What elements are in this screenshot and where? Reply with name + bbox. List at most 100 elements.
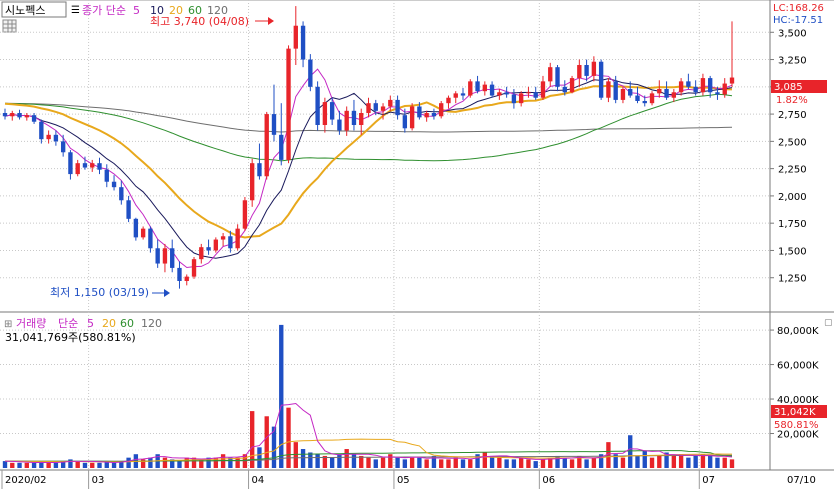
volume-bar: [591, 457, 597, 468]
ma5-period: 5: [133, 4, 140, 17]
candle-body: [446, 97, 451, 104]
current-volume: 31,042K: [774, 407, 816, 418]
candle-body: [715, 92, 720, 95]
candle-body: [155, 248, 160, 264]
candle-body: [635, 95, 640, 101]
candle-body: [264, 114, 269, 177]
volume-value-text: 31,041,769주(580.81%): [5, 331, 136, 344]
volume-bar: [722, 457, 727, 468]
volume-bar: [708, 455, 713, 468]
price-tick-label: 3,500: [778, 28, 807, 39]
price-tick-label: 2,750: [778, 110, 807, 121]
volume-bar: [293, 442, 298, 468]
candle-body: [409, 106, 415, 129]
candle-body: [213, 239, 219, 251]
volume-bar: [53, 462, 59, 468]
volume-bar: [482, 452, 488, 468]
volume-bar: [359, 455, 364, 468]
volume-bar: [468, 459, 473, 468]
lc-value: LC:168.26: [773, 3, 824, 14]
volume-collapse-icon[interactable]: ▢: [824, 318, 833, 328]
candle-body: [242, 200, 248, 229]
candle-body: [329, 102, 335, 120]
background: [0, 0, 834, 489]
volume-bar: [257, 447, 262, 468]
stock-chart: 시노펙스 ☰ 종가 단순 5 10 20 60 120 LC:168.26 HC…: [0, 0, 834, 489]
candle-body: [220, 236, 226, 240]
price-tick-label: 1,250: [778, 274, 807, 285]
candle-body: [453, 93, 458, 98]
volume-bar: [409, 457, 415, 468]
volume-bar: [68, 459, 73, 468]
candle-body: [286, 48, 291, 160]
candle-body: [569, 78, 575, 93]
volume-bar: [184, 457, 189, 468]
volume-bar: [562, 457, 567, 468]
volume-bar: [235, 457, 240, 468]
volume-bar: [177, 461, 182, 468]
volume-bar: [628, 435, 633, 468]
candle-body: [657, 89, 662, 94]
candle-body: [606, 81, 611, 98]
volume-bar: [97, 462, 102, 468]
volume-bar: [518, 457, 524, 468]
volume-bar: [366, 457, 371, 468]
candle-body: [722, 83, 727, 95]
volume-bar: [148, 457, 153, 468]
candle-body: [671, 92, 677, 98]
candle-body: [366, 103, 371, 113]
volume-tick-label: 60,000K: [777, 361, 819, 372]
volume-bar: [315, 454, 320, 468]
volume-bar: [584, 459, 589, 468]
volume-bar: [351, 454, 357, 468]
volume-bar: [286, 407, 291, 468]
volume-bar: [635, 455, 640, 468]
volume-ma-label: 단순: [58, 317, 78, 330]
volume-bar: [10, 462, 15, 468]
candle-body: [417, 106, 422, 118]
volume-bar: [729, 459, 735, 468]
candle-body: [279, 134, 284, 160]
candle-body: [60, 141, 66, 153]
volume-bar: [700, 454, 706, 468]
volume-bar: [380, 457, 386, 468]
price-tick-label: 2,500: [778, 137, 807, 148]
volume-bar: [308, 452, 313, 468]
volume-bar: [540, 459, 546, 468]
current-change: 1.82%: [776, 95, 808, 106]
x-tick-label: 06: [542, 475, 555, 486]
candle-body: [482, 84, 488, 92]
candle-body: [111, 181, 117, 188]
candle-body: [140, 228, 146, 238]
price-tick-label: 1,500: [778, 246, 807, 257]
volume-bar: [475, 454, 480, 468]
volume-tick-label: 80,000K: [777, 326, 819, 337]
current-volume-ratio: 580.81%: [774, 420, 819, 431]
candle-body: [388, 99, 393, 107]
candle-body: [322, 102, 328, 125]
hc-value: HC:-17.51: [773, 15, 823, 26]
candle-body: [729, 77, 735, 84]
candle-body: [664, 89, 669, 98]
candle-body: [497, 92, 502, 96]
chart-settings-icon[interactable]: ☰: [71, 5, 80, 16]
grid-toggle-icon[interactable]: [2, 19, 17, 33]
candle-body: [162, 248, 168, 264]
candle-body: [708, 78, 713, 93]
volume-bar: [693, 455, 698, 468]
min-price-annotation: 최저 1,150 (03/19): [50, 286, 149, 299]
candle-body: [249, 163, 255, 201]
candle-body: [300, 25, 306, 60]
candle-body: [613, 81, 618, 100]
candle-body: [46, 134, 51, 140]
volume-settings-icon[interactable]: ⊞: [4, 319, 12, 330]
candle-body: [148, 228, 153, 249]
candle-body: [460, 93, 466, 96]
candle-body: [700, 78, 706, 93]
candle-body: [17, 113, 22, 118]
volume-bar: [329, 457, 335, 468]
candle-body: [620, 89, 626, 100]
volume-bar: [402, 459, 408, 468]
candle-body: [97, 163, 102, 170]
volume-bar: [2, 461, 8, 468]
